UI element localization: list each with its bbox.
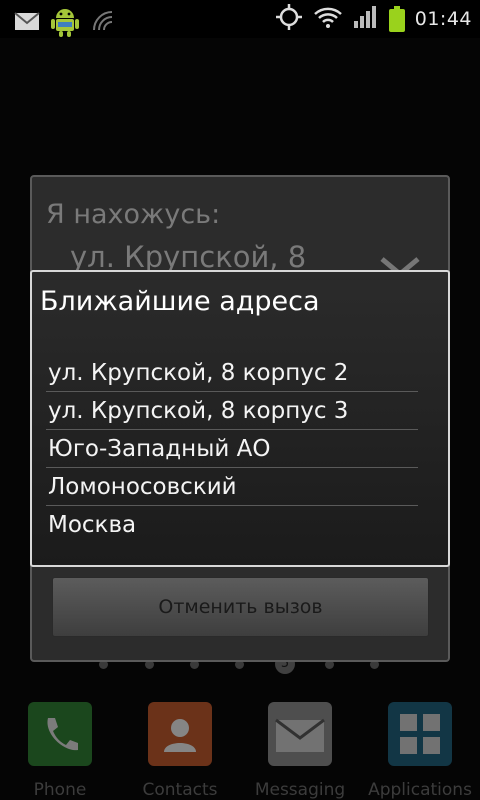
dock-label: Applications [368,780,472,800]
cancel-call-button[interactable]: Отменить вызов [52,577,429,637]
android-icon [50,4,80,42]
status-bar: 01:44 [0,0,480,38]
dock-applications[interactable]: Applications [365,690,475,800]
gps-icon [275,3,303,35]
address-list: ул. Крупской, 8 корпус 2 ул. Крупской, 8… [46,354,418,544]
dock-label: Contacts [142,780,218,800]
messaging-icon [268,702,332,766]
battery-icon [388,6,405,32]
dock-contacts[interactable]: Contacts [125,690,235,800]
location-dialog-title: Я нахожусь: [46,199,221,230]
notification-icons[interactable] [14,4,116,42]
address-item[interactable]: ул. Крупской, 8 корпус 2 [46,354,418,392]
dock-label: Messaging [254,780,346,800]
current-address[interactable]: ул. Крупской, 8 [70,240,306,274]
address-item[interactable]: Ломоносовский [46,468,418,506]
signal-icon [353,5,379,33]
wifi-icon [313,5,343,33]
phone-icon [28,702,92,766]
dock-label: Phone [33,780,87,800]
contacts-icon [148,702,212,766]
gmail-icon [14,10,40,36]
nearest-addresses-dialog: Ближайшие адреса ул. Крупской, 8 корпус … [30,270,450,567]
applications-grid-icon [388,702,452,766]
address-item[interactable]: ул. Крупской, 8 корпус 3 [46,392,418,430]
dialog-title: Ближайшие адреса [40,286,320,317]
address-item[interactable]: Москва [46,506,418,544]
wireless-sync-icon [90,8,116,38]
phone-screen: 01:44 5 Phone Contacts Messaging Applica… [0,0,480,800]
dock: Phone Contacts Messaging Applications [0,690,480,800]
dock-messaging[interactable]: Messaging [245,690,355,800]
dock-phone[interactable]: Phone [5,690,115,800]
address-item[interactable]: Юго-Западный АО [46,430,418,468]
clock: 01:44 [414,8,472,30]
